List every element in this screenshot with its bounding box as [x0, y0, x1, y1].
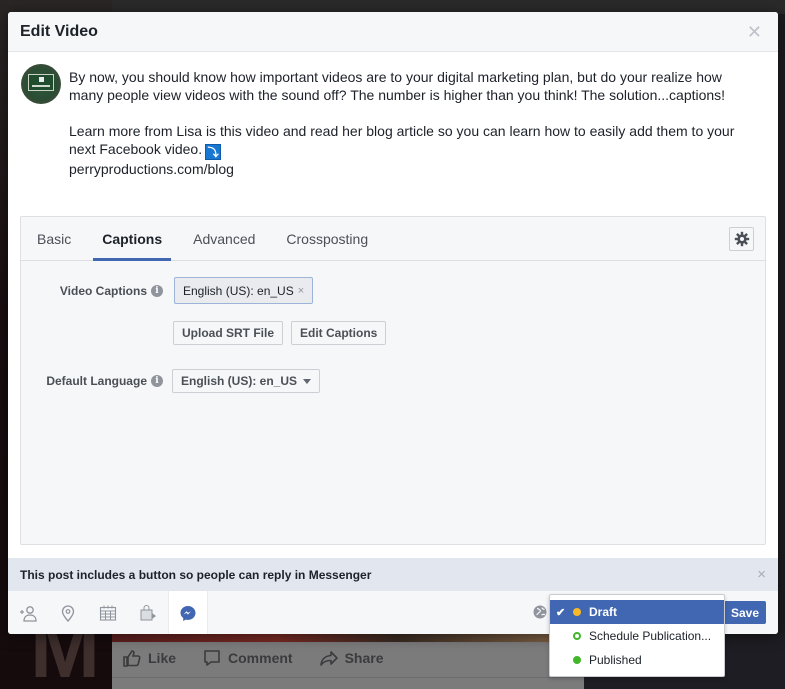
shopping-bag-icon — [140, 604, 156, 620]
tab-advanced[interactable]: Advanced — [181, 217, 267, 260]
dialog-title: Edit Video — [20, 22, 98, 40]
arrow-emoji-icon: ⤵ — [205, 144, 222, 160]
post-line: Learn more from Lisa is this video and r… — [69, 123, 735, 139]
shop-button[interactable] — [128, 591, 168, 634]
comment-action[interactable]: Comment — [202, 648, 293, 668]
like-label: Like — [148, 650, 177, 666]
post-description: By now, you should know how important vi… — [8, 52, 778, 216]
comment-icon — [204, 650, 220, 666]
post-line: next Facebook video. ⤵ — [69, 140, 764, 160]
tab-captions[interactable]: Captions — [90, 217, 174, 261]
tag-people-button[interactable] — [8, 591, 48, 634]
tag-people-icon — [20, 605, 37, 622]
post-line: By now, you should know how important vi… — [69, 69, 722, 85]
tab-label: Captions — [102, 230, 163, 247]
upload-srt-button[interactable]: Upload SRT File — [173, 321, 284, 345]
settings-button[interactable] — [729, 227, 754, 251]
post-line-text: next Facebook video. — [69, 141, 203, 157]
tab-label: Advanced — [193, 230, 256, 247]
tab-label: Basic — [37, 230, 72, 247]
default-language-select[interactable]: English (US): en_US — [172, 369, 321, 393]
publish-status-menu: ✔ Draft Schedule Publication... Publishe… — [549, 594, 725, 677]
gear-icon — [734, 231, 749, 247]
menu-item-label: Draft — [589, 605, 618, 619]
messenger-button[interactable] — [168, 591, 208, 634]
background-post-actions: Like Comment Share — [122, 648, 384, 668]
edit-video-dialog: Edit Video ✕ By now, you should know how… — [8, 12, 778, 634]
scheduled-status-dot-icon — [573, 632, 581, 640]
close-icon[interactable]: ✕ — [743, 21, 766, 43]
chevron-down-icon — [303, 378, 312, 384]
thumbs-up-icon — [123, 650, 141, 667]
background-post-divider — [112, 677, 584, 678]
comment-label: Comment — [228, 650, 293, 666]
post-line: many people view videos with the sound o… — [69, 87, 726, 103]
schedule-button[interactable] — [88, 591, 128, 634]
save-button[interactable]: Save — [724, 601, 766, 624]
info-icon[interactable]: i — [151, 375, 163, 387]
draft-status-dot-icon — [573, 608, 581, 616]
location-icon — [61, 604, 75, 622]
video-captions-label: Video Captions i — [21, 284, 163, 298]
avatar — [21, 64, 61, 104]
globe-icon[interactable] — [533, 605, 547, 619]
calendar-icon — [99, 605, 117, 621]
location-button[interactable] — [48, 591, 88, 634]
tab-basic[interactable]: Basic — [25, 217, 83, 260]
tab-crossposting[interactable]: Crossposting — [274, 217, 380, 260]
remove-token-icon[interactable]: × — [298, 285, 304, 297]
dialog-header: Edit Video ✕ — [8, 12, 778, 52]
menu-item-published[interactable]: Published — [550, 648, 724, 672]
like-action[interactable]: Like — [122, 648, 176, 668]
published-status-dot-icon — [573, 656, 581, 664]
video-captions-row: Video Captions i English (US): en_US × — [21, 277, 314, 304]
notice-text: This post includes a button so people ca… — [20, 567, 372, 582]
messenger-notice: This post includes a button so people ca… — [8, 558, 778, 591]
caption-language-token: English (US): en_US × — [174, 277, 314, 304]
messenger-icon — [180, 605, 196, 621]
post-text[interactable]: By now, you should know how important vi… — [69, 68, 764, 178]
default-language-row: Default Language i English (US): en_US — [21, 369, 321, 393]
tab-label: Crossposting — [286, 230, 369, 247]
default-language-label: Default Language i — [21, 374, 163, 388]
close-icon[interactable]: × — [757, 566, 766, 583]
label-text: Video Captions — [59, 283, 147, 298]
share-icon — [319, 651, 338, 666]
share-action[interactable]: Share — [319, 648, 384, 668]
post-link[interactable]: perryproductions.com/blog — [69, 160, 764, 178]
tab-bar: Basic Captions Advanced Crossposting — [21, 217, 765, 261]
edit-captions-button[interactable]: Edit Captions — [291, 321, 387, 345]
settings-panel: Basic Captions Advanced Crossposting Vid… — [20, 216, 766, 545]
select-value: English (US): en_US — [181, 374, 298, 388]
menu-item-label: Published — [589, 653, 642, 667]
menu-item-schedule-publication[interactable]: Schedule Publication... — [550, 624, 724, 648]
token-text: English (US): en_US — [183, 283, 294, 298]
caption-actions: Upload SRT File Edit Captions — [173, 321, 387, 345]
label-text: Default Language — [46, 374, 147, 388]
checkmark-icon: ✔ — [556, 606, 566, 619]
info-icon[interactable]: i — [151, 284, 163, 297]
menu-item-draft[interactable]: ✔ Draft — [550, 600, 724, 624]
share-label: Share — [344, 650, 384, 666]
background-post-photo — [112, 634, 584, 642]
menu-item-label: Schedule Publication... — [589, 629, 712, 643]
